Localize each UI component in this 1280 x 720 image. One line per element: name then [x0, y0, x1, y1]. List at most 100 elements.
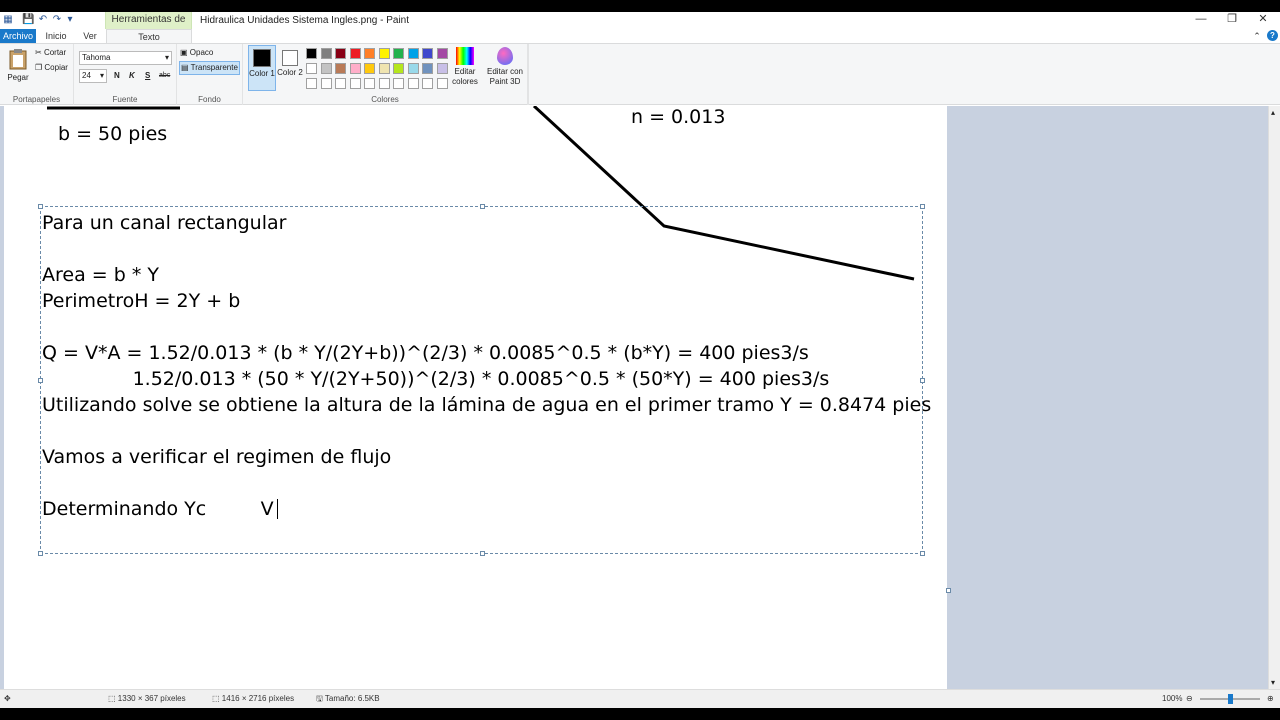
paint3d-label: Editar con Paint 3D [486, 67, 524, 86]
palette-swatch[interactable] [422, 78, 433, 89]
palette-swatch[interactable] [436, 78, 448, 89]
palette-swatch[interactable] [436, 48, 448, 59]
palette-swatch[interactable] [306, 48, 317, 59]
paint3d-button[interactable]: Editar con Paint 3D [485, 47, 525, 87]
image-size-icon: ⬚ [212, 694, 220, 703]
copy-button[interactable]: ❐ Copiar [35, 62, 68, 74]
group-label-clipboard: Portapapeles [12, 95, 61, 104]
restore-button[interactable]: ❐ [1217, 12, 1247, 29]
palette-swatch[interactable] [364, 78, 375, 89]
edit-colors-button[interactable]: Editar colores [451, 47, 479, 87]
resize-handle-nw[interactable] [38, 204, 43, 209]
text-box-line: Q = V*A = 1.52/0.013 * (b * Y/(2Y+b))^(2… [42, 342, 809, 364]
undo-icon[interactable]: ↶ [37, 14, 49, 26]
palette-swatch[interactable] [349, 63, 361, 74]
text-box-line: PerimetroH = 2Y + b [42, 290, 241, 312]
palette-swatch[interactable] [364, 48, 375, 59]
close-button[interactable]: ✕ [1248, 12, 1278, 29]
color2-button[interactable]: Color 2 [277, 45, 303, 91]
palette-swatch[interactable] [422, 48, 433, 59]
palette-swatch[interactable] [349, 48, 361, 59]
palette-swatch[interactable] [407, 78, 419, 89]
text-box-line: Utilizando solve se obtiene la altura de… [42, 394, 932, 416]
file-size-value: Tamaño: 6.5KB [324, 694, 380, 703]
chevron-down-icon: ▾ [164, 53, 169, 62]
color1-button[interactable]: Color 1 [248, 45, 276, 91]
customize-quick-access-icon[interactable]: ▾ [64, 14, 76, 26]
palette-swatch[interactable] [306, 78, 317, 89]
palette-swatch[interactable] [378, 78, 390, 89]
palette-swatch[interactable] [393, 63, 404, 74]
zoom-out-icon[interactable]: ⊖ [1186, 690, 1193, 708]
palette-swatch[interactable] [436, 63, 448, 74]
minimize-button[interactable]: — [1186, 12, 1216, 29]
palette-swatch[interactable] [407, 63, 419, 74]
scroll-down-icon[interactable]: ▾ [1271, 678, 1275, 687]
font-name-value: Tahoma [82, 53, 111, 62]
context-tab-text-tools: Herramientas de texto [105, 12, 192, 40]
group-label-colors: Colores [371, 95, 399, 104]
paste-button[interactable]: Pegar [4, 48, 32, 83]
help-icon[interactable]: ? [1267, 30, 1278, 41]
resize-handle-se[interactable] [920, 551, 925, 556]
image-canvas[interactable]: b = 50 pies n = 0.013 Para un canal rect… [4, 106, 947, 689]
palette-swatch[interactable] [320, 78, 332, 89]
zoom-in-icon[interactable]: ⊕ [1267, 690, 1274, 708]
palette-swatch[interactable] [335, 63, 346, 74]
palette-swatch[interactable] [320, 63, 332, 74]
resize-handle-sw[interactable] [38, 551, 43, 556]
resize-handle-n[interactable] [480, 204, 485, 209]
palette-swatch[interactable] [349, 78, 361, 89]
color1-label: Color 1 [249, 69, 275, 78]
text-box-line: Para un canal rectangular [42, 212, 287, 234]
chevron-down-icon: ▾ [99, 71, 104, 80]
font-size-select[interactable]: 24 ▾ [79, 69, 107, 83]
palette-swatch[interactable] [320, 48, 332, 59]
transparent-button[interactable]: ▤ Transparente [179, 61, 240, 75]
palette-swatch[interactable] [364, 63, 375, 74]
palette-swatch[interactable] [407, 48, 419, 59]
palette-swatch[interactable] [393, 78, 404, 89]
strikethrough-button[interactable]: abc [159, 70, 170, 82]
palette-swatch[interactable] [306, 63, 317, 74]
transparent-icon: ▤ [181, 63, 189, 72]
palette-swatch[interactable] [335, 48, 346, 59]
bold-button[interactable]: N [114, 70, 120, 82]
paint3d-icon [497, 47, 513, 65]
underline-button[interactable]: S [145, 70, 150, 82]
canvas-area: b = 50 pies n = 0.013 Para un canal rect… [0, 106, 1268, 689]
b-value-label: b = 50 pies [58, 123, 168, 145]
zoom-slider-thumb[interactable] [1228, 694, 1233, 704]
save-icon[interactable]: 💾 [22, 14, 34, 26]
title-bar: ▦ 💾 ↶ ↷ ▾ Herramientas de texto Hidrauli… [0, 12, 1280, 40]
group-clipboard: Pegar ✂ Cortar ❐ Copiar Portapapeles [0, 44, 74, 105]
copy-icon: ❐ [35, 63, 43, 72]
redo-icon[interactable]: ↷ [51, 14, 63, 26]
opaque-button[interactable]: ▣ Opaco [180, 47, 213, 59]
scroll-up-icon[interactable]: ▴ [1271, 108, 1275, 117]
italic-button[interactable]: K [129, 70, 135, 82]
collapse-ribbon-icon[interactable]: ⌃ [1251, 29, 1263, 43]
opaque-label: Opaco [189, 48, 214, 57]
cut-button[interactable]: ✂ Cortar [35, 47, 66, 59]
resize-handle-s[interactable] [480, 551, 485, 556]
scissors-icon: ✂ [35, 48, 42, 57]
canvas-resize-handle[interactable] [946, 588, 951, 593]
tab-texto[interactable]: Texto [106, 29, 192, 44]
color-spectrum-icon [456, 47, 474, 65]
palette-swatch[interactable] [378, 63, 390, 74]
palette-swatch[interactable] [393, 48, 404, 59]
vertical-scrollbar[interactable]: ▴ ▾ [1268, 106, 1280, 689]
tab-archivo[interactable]: Archivo [0, 29, 36, 43]
palette-swatch[interactable] [335, 78, 346, 89]
tab-ver[interactable]: Ver [76, 29, 104, 43]
palette-swatch[interactable] [378, 48, 390, 59]
font-name-select[interactable]: Tahoma ▾ [79, 51, 172, 65]
palette-swatch[interactable] [422, 63, 433, 74]
copy-label: Copiar [44, 63, 68, 72]
n-value-label: n = 0.013 [631, 106, 726, 128]
resize-handle-ne[interactable] [920, 204, 925, 209]
tab-inicio[interactable]: Inicio [41, 29, 71, 43]
text-box-line: Vamos a verificar el regimen de flujo [42, 446, 392, 468]
resize-handle-e[interactable] [920, 378, 925, 383]
